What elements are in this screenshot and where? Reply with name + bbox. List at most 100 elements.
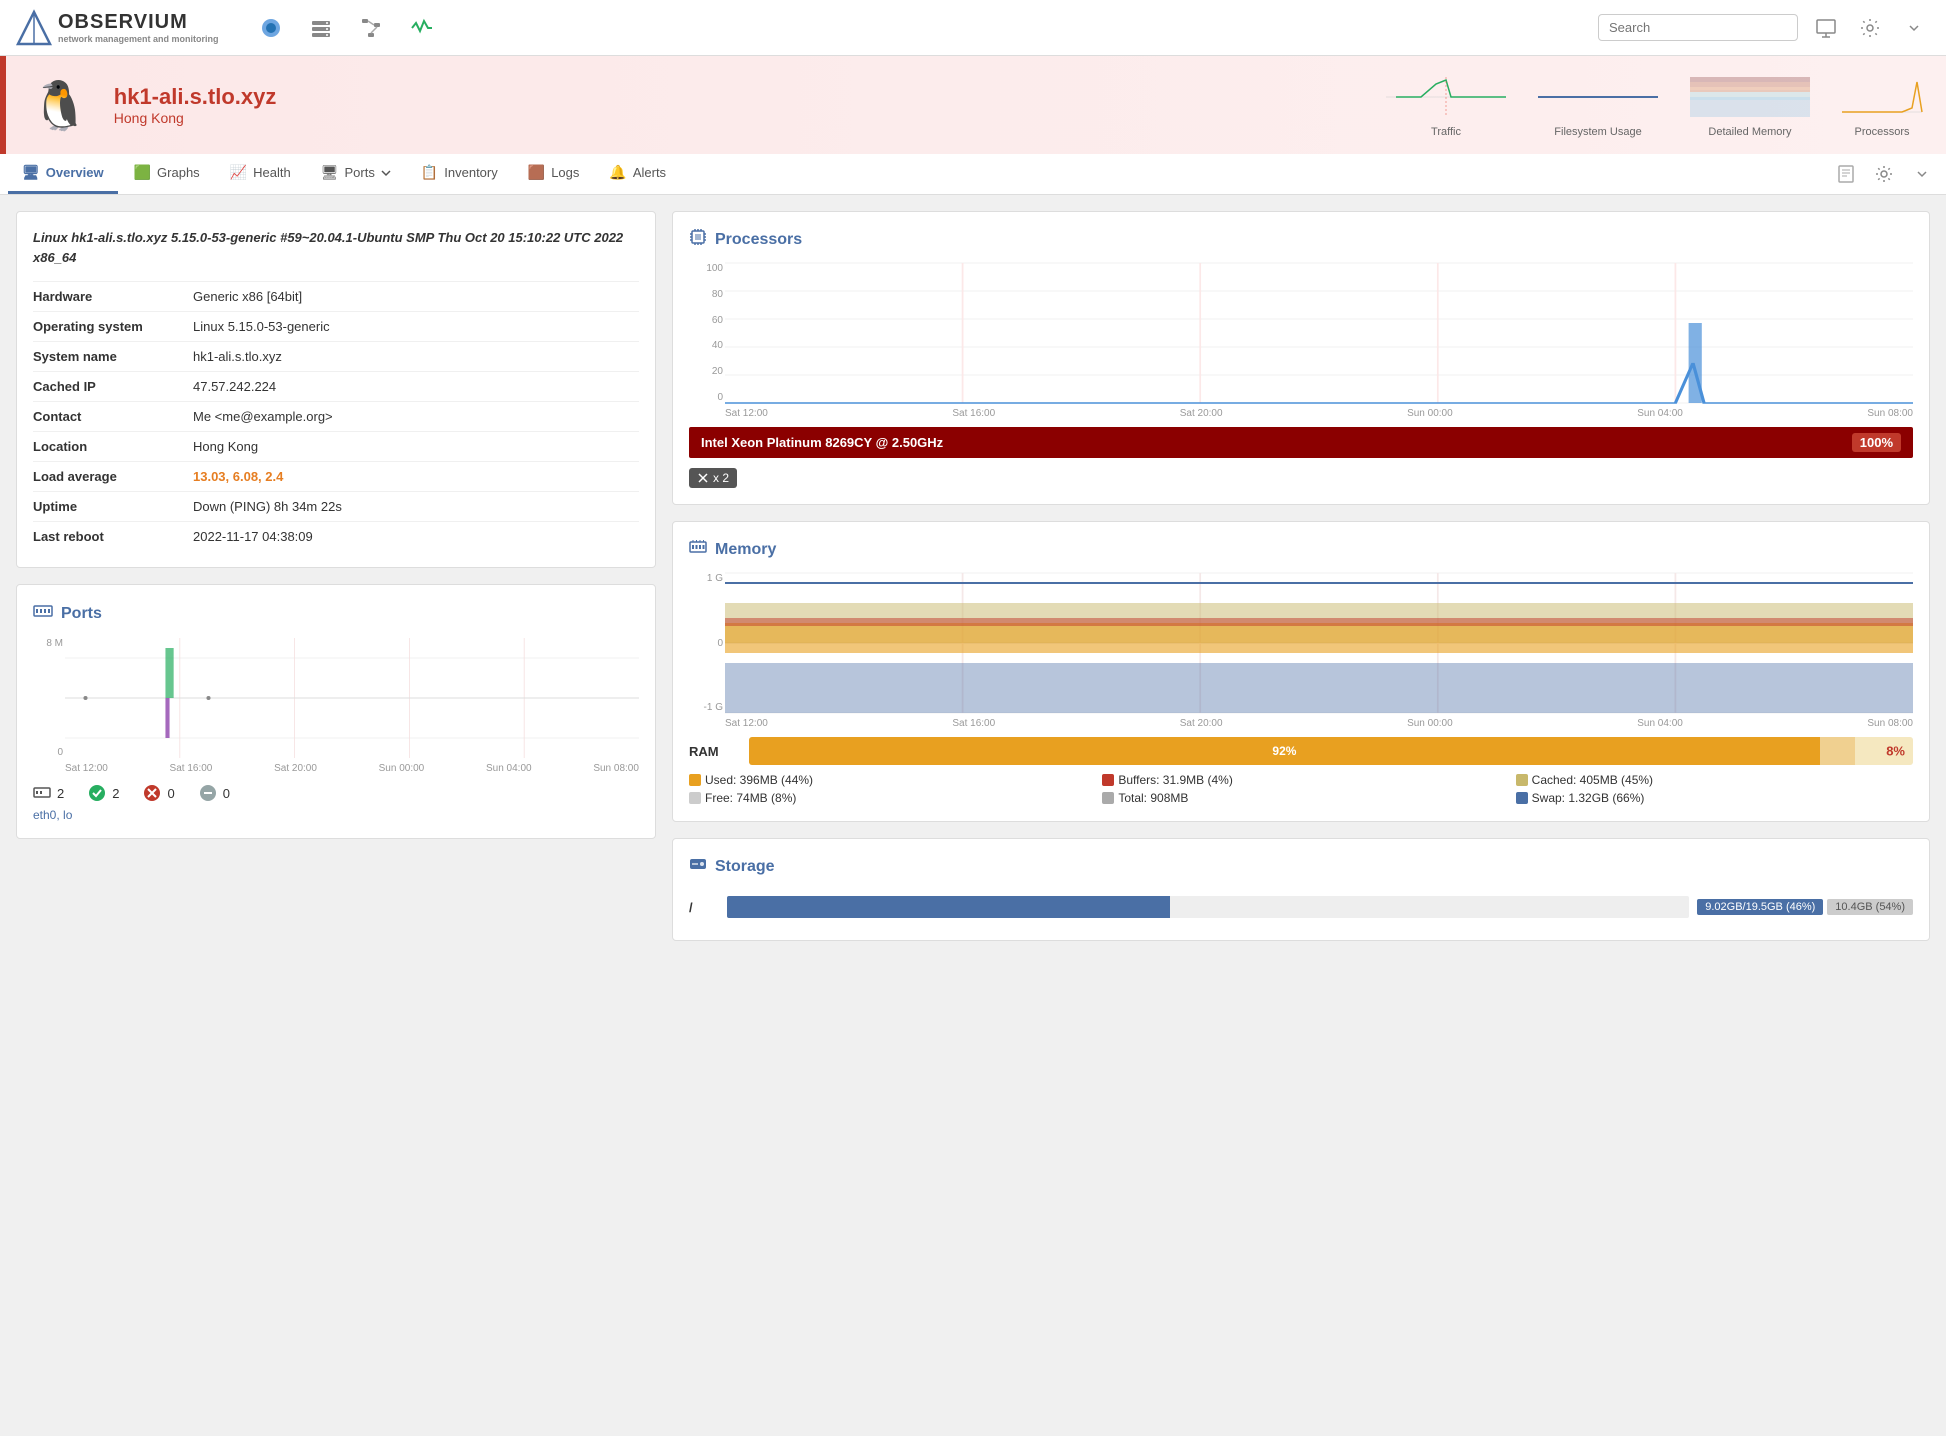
processors-mini-graph [1842,72,1922,122]
nav-dashboard-btn[interactable] [255,12,287,44]
port-x-3: Sun 00:00 [379,763,425,774]
tab-graphs[interactable]: 🟩 Graphs [120,154,214,194]
banner-filesystem[interactable]: Filesystem Usage [1538,72,1658,138]
device-info: hk1-ali.s.tlo.xyz Hong Kong [114,84,277,126]
ram-bar-red [1820,737,1855,765]
tab-ports-label: Ports [344,165,374,180]
banner-processors[interactable]: Processors [1842,72,1922,138]
settings-btn[interactable] [1854,12,1886,44]
mem-x-0: Sat 12:00 [725,718,768,729]
ports-interfaces: eth0, lo [33,808,639,822]
detail-reboot-value: 2022-11-17 04:38:09 [193,529,313,544]
nav-activity-btn[interactable] [405,12,437,44]
mem-y-1g: 1 G [689,573,723,584]
cpu-multiplier-row: x 2 [689,462,1913,488]
memory-title: Memory [689,538,1913,561]
proc-x-3: Sun 00:00 [1407,408,1453,419]
monitor-icon [1816,18,1836,38]
proc-y-80: 80 [689,289,723,300]
settings-gear-icon [1874,164,1894,184]
nav-server-btn[interactable] [305,12,337,44]
detail-hardware: Hardware Generic x86 [64bit] [33,281,639,311]
ram-icon [689,538,707,556]
detail-contact: Contact Me <me@example.org> [33,401,639,431]
legend-cached-dot [1516,774,1528,786]
tab-notes-btn[interactable] [1830,158,1862,190]
tab-inventory[interactable]: 📋 Inventory [407,154,512,194]
proc-y-100: 100 [689,263,723,274]
legend-total: Total: 908MB [1102,791,1499,805]
dropdown-btn[interactable] [1898,12,1930,44]
ports-icon: 🖥 [321,164,339,181]
dashboard-icon [260,17,282,39]
mem-x-3: Sun 00:00 [1407,718,1453,729]
detail-location: Location Hong Kong [33,431,639,461]
mem-y-0: 0 [689,638,723,649]
tab-overview[interactable]: 🖥 Overview [8,154,118,194]
ram-free-pct-label: 8% [1886,744,1905,759]
traffic-mini-graph [1386,72,1506,122]
tab-settings-btn[interactable] [1868,158,1900,190]
port-total-count: 2 [57,786,64,801]
storage-bar-used [727,896,1170,918]
port-stat-up: 2 [88,784,119,802]
storage-path: / [689,900,719,915]
ports-stats-row: 2 2 0 [33,784,639,802]
inventory-icon: 📋 [421,164,438,181]
port-total-icon [33,784,51,802]
port-stat-total: 2 [33,784,64,802]
device-hostname[interactable]: hk1-ali.s.tlo.xyz [114,84,277,110]
search-input[interactable] [1598,14,1798,41]
detail-reboot: Last reboot 2022-11-17 04:38:09 [33,521,639,551]
device-description: Linux hk1-ali.s.tlo.xyz 5.15.0-53-generi… [33,228,639,267]
tabs-bar: 🖥 Overview 🟩 Graphs 📈 Health 🖥 Ports 📋 I… [0,154,1946,195]
health-icon: 📈 [230,164,247,181]
banner-traffic[interactable]: Traffic [1386,72,1506,138]
monitor-icon-btn[interactable] [1810,12,1842,44]
port-disabled-count: 0 [223,786,230,801]
tab-ports[interactable]: 🖥 Ports [307,154,405,194]
detail-ip-value: 47.57.242.224 [193,379,276,394]
legend-free: Free: 74MB (8%) [689,791,1086,805]
network-icon [360,17,382,39]
memory-chart-svg [725,573,1913,713]
tab-health[interactable]: 📈 Health [216,154,305,194]
cpu-bar-row: Intel Xeon Platinum 8269CY @ 2.50GHz 100… [689,427,1913,458]
server-icon [310,17,332,39]
tab-health-label: Health [253,165,291,180]
storage-used-size: 9.02GB/19.5GB (46%) [1697,899,1823,915]
ram-bar-row: RAM 92% 8% [689,737,1913,765]
storage-title-label: Storage [715,858,775,876]
proc-x-1: Sat 16:00 [952,408,995,419]
legend-used-label: Used: 396MB (44%) [705,773,813,787]
legend-free-dot [689,792,701,804]
notes-icon [1836,164,1856,184]
tab-graphs-label: Graphs [157,165,200,180]
nav-network-btn[interactable] [355,12,387,44]
processors-label: Processors [1854,126,1909,138]
tab-alerts[interactable]: 🔔 Alerts [595,154,680,194]
storage-row-root: / 9.02GB/19.5GB (46%) 10.4GB (54%) [689,890,1913,924]
proc-x-4: Sun 04:00 [1637,408,1683,419]
banner-memory[interactable]: Detailed Memory [1690,72,1810,138]
cpu-icon [689,228,707,246]
tab-more-btn[interactable] [1906,158,1938,190]
logo-text: OBSERVIUM [58,11,188,33]
main-content: Linux hk1-ali.s.tlo.xyz 5.15.0-53-generi… [0,195,1946,957]
detail-ip: Cached IP 47.57.242.224 [33,371,639,401]
storage-free-size: 10.4GB (54%) [1827,899,1913,915]
port-up-count: 2 [112,786,119,801]
logo: OBSERVIUM network management and monitor… [16,10,219,46]
tab-logs[interactable]: 🟫 Logs [514,154,594,194]
legend-swap-dot [1516,792,1528,804]
port-x-5: Sun 08:00 [593,763,639,774]
ram-bar-container: 92% 8% [749,737,1913,765]
detail-sysname-value: hk1-ali.s.tlo.xyz [193,349,282,364]
right-column: Processors 100 80 60 40 20 0 [672,211,1930,941]
detail-load-value: 13.03, 6.08, 2.4 [193,469,283,484]
proc-x-5: Sun 08:00 [1867,408,1913,419]
detail-location-label: Location [33,439,193,454]
logs-icon: 🟫 [528,164,545,181]
port-x-0: Sat 12:00 [65,763,108,774]
ports-title-label: Ports [61,605,102,623]
